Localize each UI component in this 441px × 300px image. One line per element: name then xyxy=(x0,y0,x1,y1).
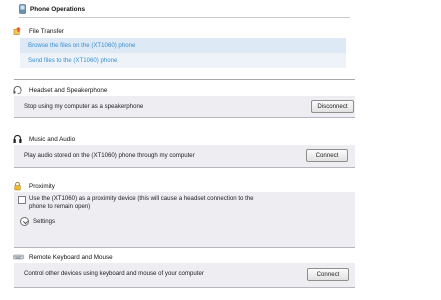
page-header: Phone Operations xyxy=(19,4,350,18)
lock-icon xyxy=(14,181,21,191)
section-title: Music and Audio xyxy=(29,136,76,143)
settings-label[interactable]: Settings xyxy=(33,218,55,225)
disconnect-button[interactable]: Disconnect xyxy=(311,100,354,113)
headset-panel: Stop using my computer as a speakerphone… xyxy=(14,96,355,118)
connect-keyboard-button[interactable]: Connect xyxy=(307,268,349,281)
music-description: Play audio stored on the (XT1060) phone … xyxy=(24,152,195,159)
section-title: Headset and Speakerphone xyxy=(29,87,108,94)
send-files-link[interactable]: Send files to the (XT1060) phone xyxy=(20,53,346,68)
keyboard-panel: Control other devices using keyboard and… xyxy=(14,263,355,288)
divider xyxy=(14,79,355,80)
page-title: Phone Operations xyxy=(30,6,86,13)
phone-icon xyxy=(19,4,26,14)
browse-files-link[interactable]: Browse the files on the (XT1060) phone xyxy=(20,38,346,53)
section-title: Proximity xyxy=(29,183,55,190)
proximity-checkbox[interactable] xyxy=(18,196,26,204)
section-title: File Transfer xyxy=(29,28,64,35)
proximity-checkbox-label: Use the (XT1060) as a proximity device (… xyxy=(29,195,254,210)
headset-description: Stop using my computer as a speakerphone xyxy=(24,103,144,110)
music-panel: Play audio stored on the (XT1060) phone … xyxy=(14,145,355,168)
connect-audio-button[interactable]: Connect xyxy=(306,149,348,162)
settings-expander[interactable] xyxy=(20,217,29,226)
keyboard-description: Control other devices using keyboard and… xyxy=(24,270,204,277)
chevron-down-icon xyxy=(22,220,29,225)
keyboard-icon xyxy=(13,254,24,260)
file-transfer-icon xyxy=(13,26,22,35)
music-icon xyxy=(13,134,22,144)
headset-icon xyxy=(13,85,22,94)
section-title: Remote Keyboard and Mouse xyxy=(29,254,113,261)
